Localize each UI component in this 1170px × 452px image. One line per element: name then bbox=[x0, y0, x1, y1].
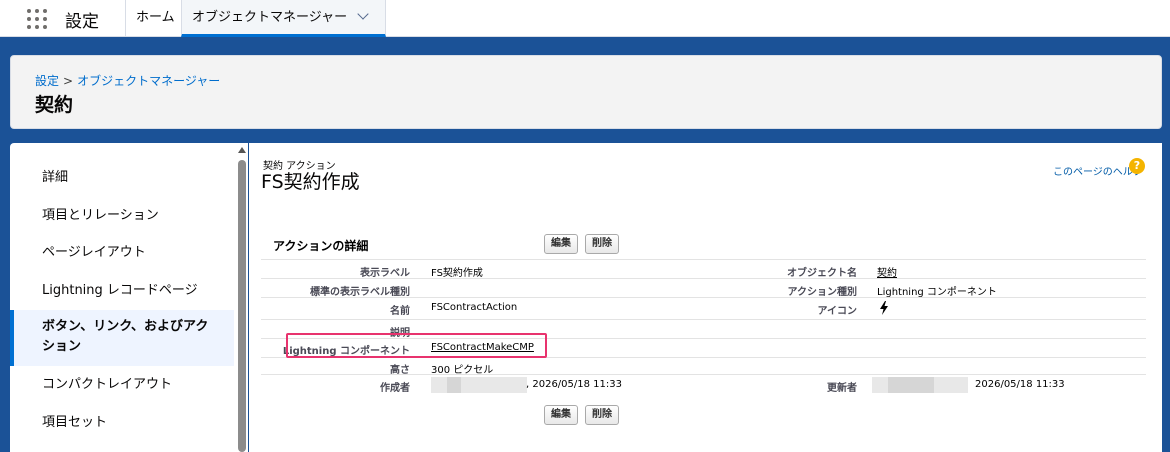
tab-home[interactable]: ホーム bbox=[125, 0, 185, 37]
sidebar-item-fields-relationships[interactable]: 項目とリレーション bbox=[10, 206, 234, 226]
app-name: 設定 bbox=[65, 12, 99, 32]
edit-button-bottom[interactable]: 編集 bbox=[544, 405, 578, 425]
row-divider bbox=[261, 259, 1146, 260]
sidebar-scrollbar[interactable] bbox=[236, 143, 248, 452]
action-type-label: アクション種別 bbox=[787, 287, 858, 298]
breadcrumb-object-manager-link[interactable]: オブジェクトマネージャー bbox=[77, 74, 220, 88]
modified-by-user-redacted bbox=[872, 377, 968, 393]
sidebar: 詳細 項目とリレーション ページレイアウト Lightning レコードページ … bbox=[10, 143, 248, 452]
sidebar-item-buttons-links-actions[interactable]: ボタン、リンク、およびアク ション bbox=[10, 310, 234, 366]
action-detail-panel: 契約 アクション FS契約作成 このページのヘルプ ? アクションの詳細 編集 … bbox=[249, 143, 1162, 452]
name-value: FSContractAction bbox=[431, 302, 518, 313]
section-title: アクションの詳細 bbox=[273, 239, 369, 253]
created-by-user-redacted bbox=[431, 377, 527, 393]
standard-label-type-label: 標準の表示ラベル種別 bbox=[310, 287, 410, 298]
sidebar-item-compact-layouts[interactable]: コンパクトレイアウト bbox=[10, 375, 234, 395]
sidebar-item-details[interactable]: 詳細 bbox=[10, 168, 234, 188]
action-title: FS契約作成 bbox=[261, 171, 360, 193]
icon-label: アイコン bbox=[817, 306, 858, 317]
action-type-value: Lightning コンポーネント bbox=[877, 287, 997, 298]
page-title: 契約 bbox=[35, 94, 74, 116]
lightning-bolt-icon bbox=[879, 301, 889, 318]
app-launcher-icon[interactable] bbox=[27, 9, 49, 29]
sidebar-item-lightning-record-pages[interactable]: Lightning レコードページ bbox=[10, 281, 234, 301]
sidebar-item-label-line1: ボタン、リンク、およびアク bbox=[42, 319, 209, 334]
highlight-annotation bbox=[286, 333, 547, 358]
row-divider bbox=[261, 319, 1146, 320]
breadcrumb: 設定 > オブジェクトマネージャー bbox=[35, 72, 220, 89]
display-label-value: FS契約作成 bbox=[431, 268, 483, 279]
height-value: 300 ピクセル bbox=[431, 365, 494, 376]
redaction-block bbox=[447, 377, 461, 393]
redaction-block bbox=[888, 377, 934, 393]
created-by-date: , 2026/05/18 11:33 bbox=[526, 379, 622, 390]
name-label: 名前 bbox=[390, 306, 410, 317]
modified-by-label: 更新者 bbox=[827, 383, 857, 394]
breadcrumb-setup-link[interactable]: 設定 bbox=[35, 74, 59, 88]
object-name-link[interactable]: 契約 bbox=[877, 264, 897, 279]
top-navigation-bar: 設定 ホーム オブジェクトマネージャー bbox=[0, 0, 1170, 37]
delete-button-bottom[interactable]: 削除 bbox=[585, 405, 619, 425]
scroll-up-arrow-icon[interactable] bbox=[238, 147, 246, 153]
help-icon[interactable]: ? bbox=[1129, 158, 1145, 174]
tab-object-manager-label: オブジェクトマネージャー bbox=[192, 10, 348, 25]
object-name-label: オブジェクト名 bbox=[787, 268, 857, 279]
display-label-label: 表示ラベル bbox=[360, 268, 410, 279]
sidebar-item-field-sets[interactable]: 項目セット bbox=[10, 413, 234, 433]
scroll-thumb[interactable] bbox=[238, 160, 246, 452]
chevron-down-icon[interactable] bbox=[357, 8, 369, 20]
height-label: 高さ bbox=[390, 365, 410, 376]
breadcrumb-separator: > bbox=[63, 74, 74, 88]
tab-object-manager[interactable]: オブジェクトマネージャー bbox=[181, 0, 386, 37]
sidebar-item-page-layouts[interactable]: ページレイアウト bbox=[10, 243, 234, 263]
edit-button-top[interactable]: 編集 bbox=[544, 234, 578, 254]
sidebar-item-label-line2: ション bbox=[42, 339, 82, 354]
modified-by-date: 2026/05/18 11:33 bbox=[975, 379, 1065, 390]
page-header: 設定 > オブジェクトマネージャー 契約 bbox=[10, 55, 1162, 129]
delete-button-top[interactable]: 削除 bbox=[585, 234, 619, 254]
created-by-label: 作成者 bbox=[380, 383, 410, 394]
